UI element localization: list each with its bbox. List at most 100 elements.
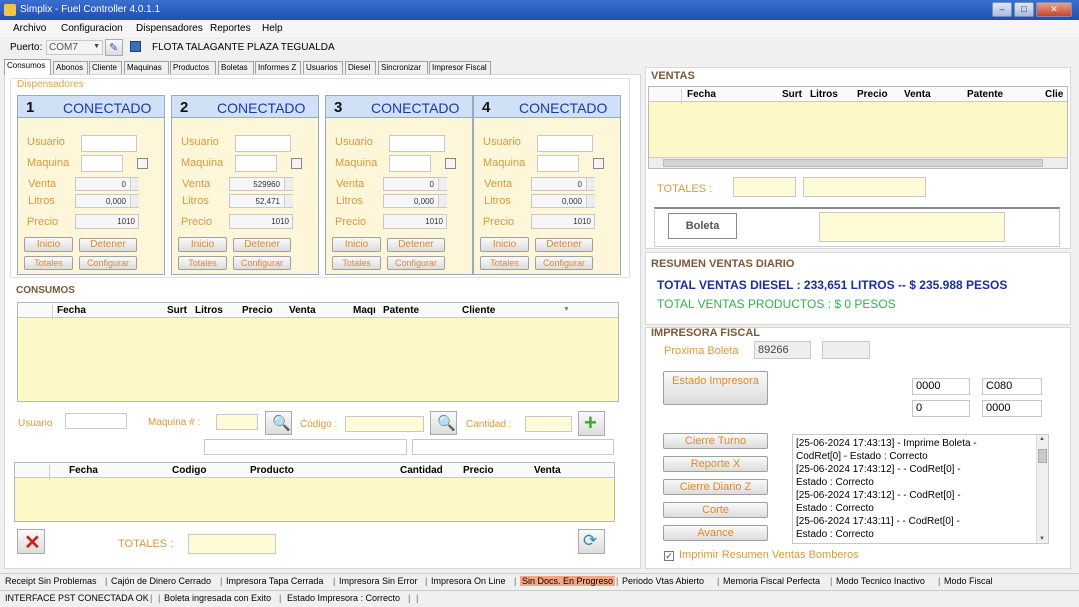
minimize-button[interactable]: – [992,2,1012,17]
configurar-button[interactable]: Configurar [79,256,137,270]
consumos-grid[interactable]: Fecha Surt Litros Precio Venta Maqı Pate… [17,302,619,402]
detener-button[interactable]: Detener [387,238,445,252]
totales-button[interactable]: Totales [480,256,529,270]
scroll-thumb[interactable] [1038,449,1047,463]
col-patente[interactable]: Patente [383,305,419,316]
col-cliente[interactable]: Clie [1045,89,1063,100]
col-venta[interactable]: Venta [534,465,561,476]
search-codigo-button[interactable]: 🔍 [430,411,457,435]
maquina-checkbox[interactable] [593,158,604,169]
col-patente[interactable]: Patente [967,89,1003,100]
detener-button[interactable]: Detener [79,238,137,252]
reporte-x-button[interactable]: Reporte X [663,456,768,472]
col-surt[interactable]: Surt [167,305,187,316]
litros-spinner[interactable] [130,195,139,207]
product-extra-input[interactable] [412,439,614,455]
menu-dispensadores[interactable]: Dispensadores [136,23,203,34]
maquina-input[interactable] [216,414,258,430]
col-cantidad[interactable]: Cantidad [400,465,443,476]
products-grid[interactable]: Fecha Codigo Producto Cantidad Precio Ve… [14,462,615,522]
codigo-input[interactable] [345,416,424,432]
tab-abonos[interactable]: Abonos [53,61,88,75]
col-venta[interactable]: Venta [904,89,931,100]
menu-archivo[interactable]: Archivo [13,23,46,34]
col-fecha[interactable]: Fecha [69,465,98,476]
venta-spinner[interactable] [284,178,293,190]
vertical-scrollbar[interactable]: ▲ ▼ [1036,435,1048,543]
maquina-input[interactable] [235,155,277,172]
boleta-button[interactable]: Boleta [668,213,737,239]
maximize-button[interactable]: □ [1014,2,1034,17]
usuario-input[interactable] [389,135,445,152]
totales-button[interactable]: Totales [332,256,381,270]
tab-impresor-fiscal[interactable]: Impresor Fiscal [429,61,491,75]
col-producto[interactable]: Producto [250,465,294,476]
ventas-grid[interactable]: Fecha Surt Litros Precio Venta Patente C… [648,86,1068,169]
maquina-checkbox[interactable] [291,158,302,169]
col-surt[interactable]: Surt [782,89,802,100]
menu-configuracion[interactable]: Configuracion [61,23,123,34]
cierre-turno-button[interactable]: Cierre Turno [663,433,768,449]
tab-cliente[interactable]: Cliente [89,61,122,75]
scroll-up-icon[interactable]: ▲ [1039,436,1045,442]
maquina-input[interactable] [81,155,123,172]
tab-diesel[interactable]: Diesel [345,61,376,75]
col-precio[interactable]: Precio [463,465,494,476]
venta-spinner[interactable] [130,178,139,190]
inicio-button[interactable]: Inicio [178,237,227,252]
tab-boletas[interactable]: Boletas [218,61,254,75]
cierre-diario-z-button[interactable]: Cierre Diario Z [663,479,768,495]
menu-help[interactable]: Help [262,23,283,34]
save-icon[interactable] [130,41,141,52]
avance-button[interactable]: Avance [663,525,768,541]
col-litros[interactable]: Litros [195,305,223,316]
product-desc-input[interactable] [204,439,407,455]
detener-button[interactable]: Detener [535,238,593,252]
inicio-button[interactable]: Inicio [24,237,73,252]
col-fecha[interactable]: Fecha [687,89,716,100]
menu-reportes[interactable]: Reportes [210,23,251,34]
col-fecha[interactable]: Fecha [57,305,86,316]
inicio-button[interactable]: Inicio [480,237,529,252]
imprimir-resumen-checkbox[interactable]: ✓ [664,551,674,561]
col-venta[interactable]: Venta [289,305,316,316]
tab-maquinas[interactable]: Maquinas [124,61,169,75]
venta-spinner[interactable] [438,178,447,190]
add-product-button[interactable]: + [578,410,605,436]
venta-spinner[interactable] [586,178,595,190]
port-config-button[interactable]: ✎ [105,39,123,56]
boleta-input[interactable] [819,212,1005,242]
corte-button[interactable]: Corte [663,502,768,518]
col-precio[interactable]: Precio [242,305,273,316]
cantidad-input[interactable] [525,416,572,432]
scroll-down-icon[interactable]: ▼ [1039,536,1045,542]
estado-impresora-button[interactable]: Estado Impresora [663,371,768,405]
inicio-button[interactable]: Inicio [332,237,381,252]
search-maquina-button[interactable]: 🔍 [265,411,292,435]
usuario-input[interactable] [81,135,137,152]
col-precio[interactable]: Precio [857,89,888,100]
configurar-button[interactable]: Configurar [535,256,593,270]
configurar-button[interactable]: Configurar [387,256,445,270]
horizontal-scrollbar[interactable] [649,157,1067,168]
col-cliente[interactable]: Cliente [462,305,495,316]
col-litros[interactable]: Litros [810,89,838,100]
maquina-input[interactable] [389,155,431,172]
litros-spinner[interactable] [438,195,447,207]
configurar-button[interactable]: Configurar [233,256,291,270]
tab-consumos[interactable]: Consumos [4,59,51,75]
scroll-thumb[interactable] [663,159,1043,167]
maquina-input[interactable] [537,155,579,172]
litros-spinner[interactable] [586,195,595,207]
usuario-input[interactable] [537,135,593,152]
usuario-input[interactable] [235,135,291,152]
usuario-input[interactable] [65,413,127,429]
delete-button[interactable]: ✕ [17,529,45,554]
maquina-checkbox[interactable] [445,158,456,169]
printer-log[interactable]: [25-06-2024 17:43:13] - Imprime Boleta -… [792,434,1049,544]
totales-button[interactable]: Totales [24,256,73,270]
maquina-checkbox[interactable] [137,158,148,169]
litros-spinner[interactable] [284,195,293,207]
col-codigo[interactable]: Codigo [172,465,206,476]
tab-sincronizar[interactable]: Sincronizar [378,61,428,75]
